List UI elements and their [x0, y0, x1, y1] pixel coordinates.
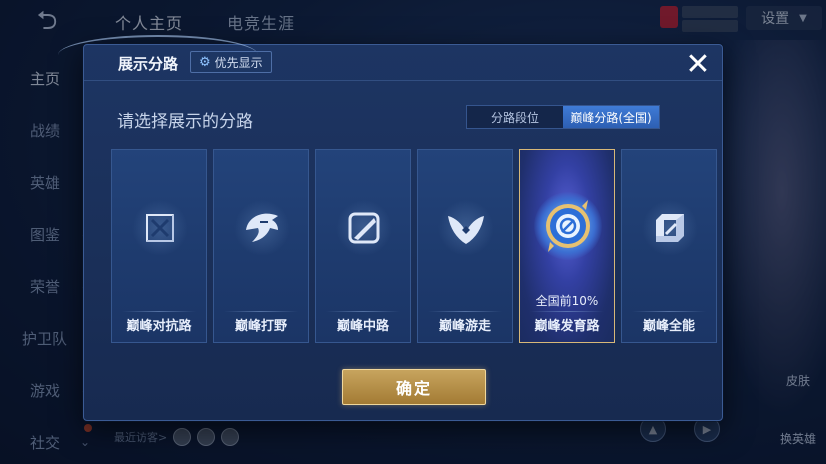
divider: [428, 311, 502, 312]
jungle-dragon-icon: [234, 200, 290, 256]
lane-card-clash[interactable]: 巅峰对抗路: [111, 149, 207, 343]
close-button[interactable]: ✕: [682, 49, 714, 81]
dialog-prompt: 请选择展示的分路: [117, 112, 253, 132]
toggle-lane-rank[interactable]: 分路段位: [467, 106, 563, 128]
dialog-header: 展示分路 ⚙ 优先显示 ✕: [58, 35, 722, 81]
farm-lane-badge-icon: [534, 192, 602, 260]
lane-card-mid[interactable]: 巅峰中路: [315, 149, 411, 343]
lane-options: 巅峰对抗路 巅峰打野 巅峰中路 巅峰游走 全国前10% 巅峰发育路 巅峰全能: [111, 149, 717, 343]
lane-name: 巅峰全能: [642, 319, 695, 334]
divider: [224, 311, 298, 312]
roam-wings-icon: [438, 200, 494, 256]
divider: [530, 311, 604, 312]
lane-card-jungle[interactable]: 巅峰打野: [213, 149, 309, 343]
lane-card-farm[interactable]: 全国前10% 巅峰发育路: [519, 149, 615, 343]
clash-lane-icon: [132, 200, 188, 256]
close-icon: ✕: [685, 47, 711, 82]
toggle-peak-lane[interactable]: 巅峰分路(全国): [563, 106, 659, 128]
lane-name: 巅峰中路: [336, 319, 389, 334]
lane-name: 巅峰游走: [438, 319, 491, 334]
lane-mode-toggle: 分路段位 巅峰分路(全国): [466, 105, 660, 129]
lane-name: 巅峰打野: [234, 319, 287, 334]
dialog-title: 展示分路: [118, 55, 179, 73]
priority-display-button[interactable]: ⚙ 优先显示: [190, 51, 272, 73]
confirm-button[interactable]: 确定: [342, 369, 486, 405]
lane-name: 巅峰发育路: [534, 319, 600, 334]
lane-card-roam[interactable]: 巅峰游走: [417, 149, 513, 343]
lane-name: 巅峰对抗路: [126, 319, 192, 334]
divider: [632, 311, 706, 312]
lane-card-allround[interactable]: 巅峰全能: [621, 149, 717, 343]
divider: [122, 311, 196, 312]
lane-rank: 全国前10%: [535, 294, 599, 308]
mid-lane-icon: [336, 200, 392, 256]
lane-display-dialog: 展示分路 ⚙ 优先显示 ✕ 请选择展示的分路 分路段位 巅峰分路(全国) 巅峰对…: [58, 35, 723, 421]
gear-icon: ⚙: [199, 54, 211, 70]
all-round-icon: [642, 200, 698, 256]
divider: [326, 311, 400, 312]
priority-label: 优先显示: [214, 55, 263, 70]
